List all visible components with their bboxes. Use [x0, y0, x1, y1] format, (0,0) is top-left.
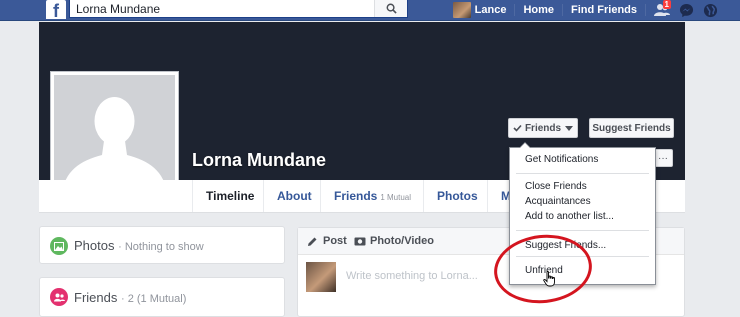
check-icon	[513, 124, 522, 132]
more-options-button[interactable]: ···	[653, 149, 673, 167]
composer-tab-photo-video-label: Photo/Video	[370, 235, 434, 247]
tab-photos-label: Photos	[437, 189, 478, 203]
photos-title-label: Photos	[74, 238, 115, 253]
menu-divider	[516, 230, 649, 231]
friends-button-label: Friends	[524, 122, 562, 134]
pencil-icon	[308, 237, 317, 246]
notification-badge: 1	[662, 0, 671, 9]
facebook-logo-icon[interactable]: f	[46, 0, 66, 21]
photos-icon	[50, 237, 68, 255]
tab-friends-mutual: 1 Mutual	[380, 193, 412, 202]
suggest-friends-button[interactable]: Suggest Friends	[589, 118, 674, 138]
composer-avatar	[306, 262, 336, 292]
friends-title-label: Friends	[74, 290, 118, 305]
friends-card-title[interactable]: Friends · 2 (1 Mutual)	[74, 290, 186, 305]
photos-card-title[interactable]: Photos · Nothing to show	[74, 238, 204, 253]
top-nav-right: Lance Home Find Friends 1	[452, 0, 740, 20]
menu-item-get-notifications[interactable]: Get Notifications	[525, 154, 598, 165]
suggest-friends-label: Suggest Friends	[592, 122, 671, 134]
tab-about-label: About	[277, 189, 312, 203]
profile-name: Lorna Mundane	[192, 150, 326, 170]
globe-icon	[703, 3, 717, 17]
home-link[interactable]: Home	[515, 0, 562, 20]
tab-divider	[320, 180, 321, 212]
messages-button[interactable]	[676, 0, 696, 20]
menu-item-close-friends[interactable]: Close Friends	[525, 181, 587, 192]
default-avatar-silhouette	[54, 75, 175, 196]
composer-tab-post[interactable]: Post	[307, 228, 347, 254]
more-options-icon: ···	[658, 152, 668, 164]
photos-card: Photos · Nothing to show	[39, 226, 285, 264]
tab-divider	[192, 180, 193, 212]
menu-item-add-to-list[interactable]: Add to another list...	[525, 211, 614, 222]
menu-item-acquaintances[interactable]: Acquaintances	[525, 196, 591, 207]
tab-divider	[423, 180, 424, 212]
notifications-button[interactable]	[700, 0, 720, 20]
composer-input[interactable]: Write something to Lorna...	[346, 270, 478, 282]
camera-icon	[354, 237, 366, 246]
search-box	[69, 0, 408, 18]
top-navigation-bar: f Lance Home Find Friends 1	[0, 0, 740, 21]
tab-friends[interactable]: Friends 1 Mutual	[334, 180, 411, 212]
menu-pointer	[519, 142, 531, 148]
photos-subtitle: · Nothing to show	[118, 241, 204, 253]
friends-subtitle: · 2 (1 Mutual)	[120, 293, 187, 305]
tab-friends-label: Friends	[334, 189, 378, 203]
person-silhouette-icon	[54, 75, 175, 196]
caret-down-icon	[565, 125, 574, 131]
menu-divider	[516, 173, 649, 174]
nav-divider	[645, 4, 646, 16]
tab-divider	[263, 180, 264, 212]
composer-tab-post-label: Post	[323, 235, 347, 247]
tab-photos[interactable]: Photos	[437, 180, 478, 212]
search-icon	[386, 3, 397, 14]
user-avatar[interactable]	[452, 2, 471, 18]
friend-requests-button[interactable]: 1	[652, 0, 672, 20]
friends-icon	[50, 288, 68, 306]
tab-divider	[487, 180, 488, 212]
messenger-icon	[679, 3, 693, 17]
find-friends-link[interactable]: Find Friends	[563, 0, 645, 20]
search-input[interactable]	[70, 0, 381, 17]
tab-timeline[interactable]: Timeline	[206, 180, 254, 212]
tab-about[interactable]: About	[277, 180, 312, 212]
composer-tab-photo-video[interactable]: Photo/Video	[354, 228, 434, 254]
tab-timeline-label: Timeline	[206, 189, 255, 203]
friends-dropdown-button[interactable]: Friends	[508, 118, 578, 138]
hand-cursor-icon	[543, 271, 556, 290]
friends-card: Friends · 2 (1 Mutual)	[39, 277, 285, 317]
profile-link[interactable]: Lance	[475, 0, 515, 20]
search-button[interactable]	[374, 0, 407, 17]
